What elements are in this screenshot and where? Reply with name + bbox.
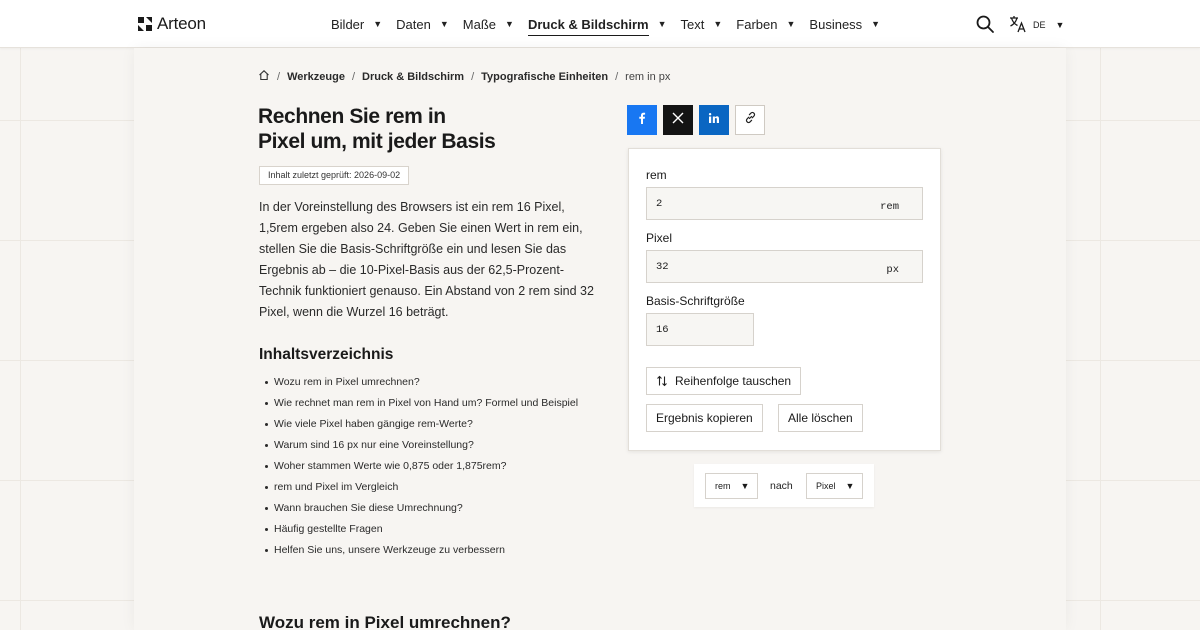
caret-down-icon: ▼ xyxy=(505,19,514,29)
base-font-size-value: 16 xyxy=(656,324,669,336)
to-unit-value: Pixel xyxy=(816,481,836,491)
breadcrumb-druck-bildschirm[interactable]: Druck & Bildschirm xyxy=(362,71,464,83)
rem-input[interactable]: 2 rem xyxy=(646,187,923,220)
toc-link[interactable]: Helfen Sie uns, unsere Werkzeuge zu verb… xyxy=(265,540,604,561)
nav-label: Daten xyxy=(396,16,431,32)
share-x-button[interactable] xyxy=(663,105,693,135)
language-code: DE xyxy=(1033,20,1046,30)
rem-unit: rem xyxy=(880,201,899,213)
swap-vertical-icon xyxy=(656,375,668,387)
pixel-label: Pixel xyxy=(646,231,673,245)
table-of-contents: Wozu rem in Pixel umrechnen? Wie rechnet… xyxy=(265,372,604,561)
link-icon xyxy=(744,111,757,129)
x-icon xyxy=(672,111,684,129)
translate-icon xyxy=(1009,15,1027,35)
nav-label: Bilder xyxy=(331,16,365,32)
base-font-size-input[interactable]: 16 xyxy=(646,313,754,346)
main-nav: Bilder ▼ Daten ▼ Maße ▼ Druck & Bildschirm ▼… xyxy=(331,0,894,48)
breadcrumb-separator: / xyxy=(615,70,619,83)
nav-item-text[interactable]: Text ▼ xyxy=(681,0,723,48)
nav-item-daten[interactable]: Daten ▼ xyxy=(396,0,449,48)
breadcrumb: / Werkzeuge / Druck & Bildschirm / Typog… xyxy=(258,69,670,84)
copy-result-label: Ergebnis kopieren xyxy=(656,411,753,425)
breadcrumb-separator: / xyxy=(351,70,355,83)
review-date-badge: Inhalt zuletzt geprüft: 2026-09-02 xyxy=(259,166,410,185)
toc-link[interactable]: rem und Pixel im Vergleich xyxy=(265,477,604,498)
toc-link[interactable]: Wozu rem in Pixel umrechnen? xyxy=(265,372,604,393)
page-title-line-2: Pixel um, mit jeder Basis xyxy=(258,130,496,153)
nav-item-bilder[interactable]: Bilder ▼ xyxy=(331,0,382,48)
nav-label: Druck & Bildschirm xyxy=(527,13,649,36)
nav-label: Farben xyxy=(736,16,778,32)
toc-link[interactable]: Wann brauchen Sie diese Umrechnung? xyxy=(265,498,604,519)
share-facebook-button[interactable] xyxy=(627,105,657,135)
pixel-unit: px xyxy=(886,264,899,276)
to-unit-select[interactable]: Pixel ▼ xyxy=(806,473,863,499)
breadcrumb-werkzeuge[interactable]: Werkzeuge xyxy=(287,71,345,83)
clear-all-button[interactable]: Alle löschen xyxy=(778,404,863,432)
caret-down-icon: ▼ xyxy=(845,481,855,491)
toc-link[interactable]: Wie viele Pixel haben gängige rem-Werte? xyxy=(265,414,604,435)
share-linkedin-button[interactable] xyxy=(699,105,729,135)
from-unit-value: rem xyxy=(715,481,731,491)
caret-down-icon: ▼ xyxy=(713,19,723,29)
linkedin-icon xyxy=(708,111,720,129)
nav-item-masse[interactable]: Maße ▼ xyxy=(463,0,514,48)
section-heading: Wozu rem in Pixel umrechnen? xyxy=(259,613,511,630)
swap-order-label: Reihenfolge tauschen xyxy=(675,374,792,388)
copy-link-button[interactable] xyxy=(735,105,765,135)
page-title-line-1: Rechnen Sie rem in xyxy=(258,105,446,128)
nav-item-farben[interactable]: Farben ▼ xyxy=(736,0,795,48)
toc-link[interactable]: Warum sind 16 px nur eine Voreinstellung… xyxy=(265,435,604,456)
swap-order-button[interactable]: Reihenfolge tauschen xyxy=(646,367,802,395)
facebook-icon xyxy=(636,111,648,129)
pixel-input-value: 32 xyxy=(656,261,669,273)
caret-down-icon: ▼ xyxy=(786,19,796,29)
nav-item-business[interactable]: Business ▼ xyxy=(809,0,880,48)
top-navigation-bar: Arteon Bilder ▼ Daten ▼ Maße ▼ Druck & Bild… xyxy=(0,0,1200,48)
toc-link[interactable]: Wie rechnet man rem in Pixel von Hand um… xyxy=(265,393,604,414)
caret-down-icon: ▼ xyxy=(657,19,667,29)
nav-label: Maße xyxy=(462,16,497,32)
toc-link[interactable]: Häufig gestellte Fragen xyxy=(265,519,604,540)
caret-down-icon: ▼ xyxy=(439,19,449,29)
intro-paragraph: In der Voreinstellung des Browsers ist e… xyxy=(259,200,594,319)
clear-all-label: Alle löschen xyxy=(788,411,853,425)
breadcrumb-typografische-einheiten[interactable]: Typografische Einheiten xyxy=(481,71,608,83)
caret-down-icon: ▼ xyxy=(740,481,750,491)
brand-name: Arteon xyxy=(157,14,206,33)
pixel-input[interactable]: 32 px xyxy=(646,250,923,283)
search-icon[interactable] xyxy=(975,14,995,34)
toc-heading: Inhaltsverzeichnis xyxy=(259,346,394,363)
breadcrumb-current: rem in px xyxy=(625,70,671,83)
brand-logo[interactable]: Arteon xyxy=(137,14,206,34)
converter-card: rem 2 rem Pixel 32 px Basis-Schriftgröße… xyxy=(628,148,941,451)
base-font-size-label: Basis-Schriftgröße xyxy=(646,294,745,308)
nav-label: Text xyxy=(680,16,705,32)
page-title: Rechnen Sie rem in Pixel um, mit jeder B… xyxy=(258,104,558,154)
direction-label: nach xyxy=(770,480,793,492)
from-unit-select[interactable]: rem ▼ xyxy=(705,473,758,499)
rem-label: rem xyxy=(646,168,667,182)
toc-link[interactable]: Woher stammen Werte wie 0,875 oder 1,875… xyxy=(265,456,604,477)
caret-down-icon: ▼ xyxy=(373,19,383,29)
language-switcher[interactable]: DE ▼ xyxy=(1009,15,1064,35)
copy-result-button[interactable]: Ergebnis kopieren xyxy=(646,404,763,432)
caret-down-icon: ▼ xyxy=(1055,20,1065,30)
share-buttons xyxy=(627,105,765,135)
home-icon[interactable] xyxy=(258,69,270,84)
arteon-logo-icon xyxy=(137,16,153,32)
rem-input-value: 2 xyxy=(656,198,663,210)
nav-label: Business xyxy=(809,16,863,32)
nav-item-druck-bildschirm[interactable]: Druck & Bildschirm ▼ xyxy=(527,0,667,48)
caret-down-icon: ▼ xyxy=(871,19,881,29)
breadcrumb-separator: / xyxy=(277,70,281,83)
conversion-direction: rem ▼ nach Pixel ▼ xyxy=(694,464,874,507)
breadcrumb-separator: / xyxy=(471,70,475,83)
